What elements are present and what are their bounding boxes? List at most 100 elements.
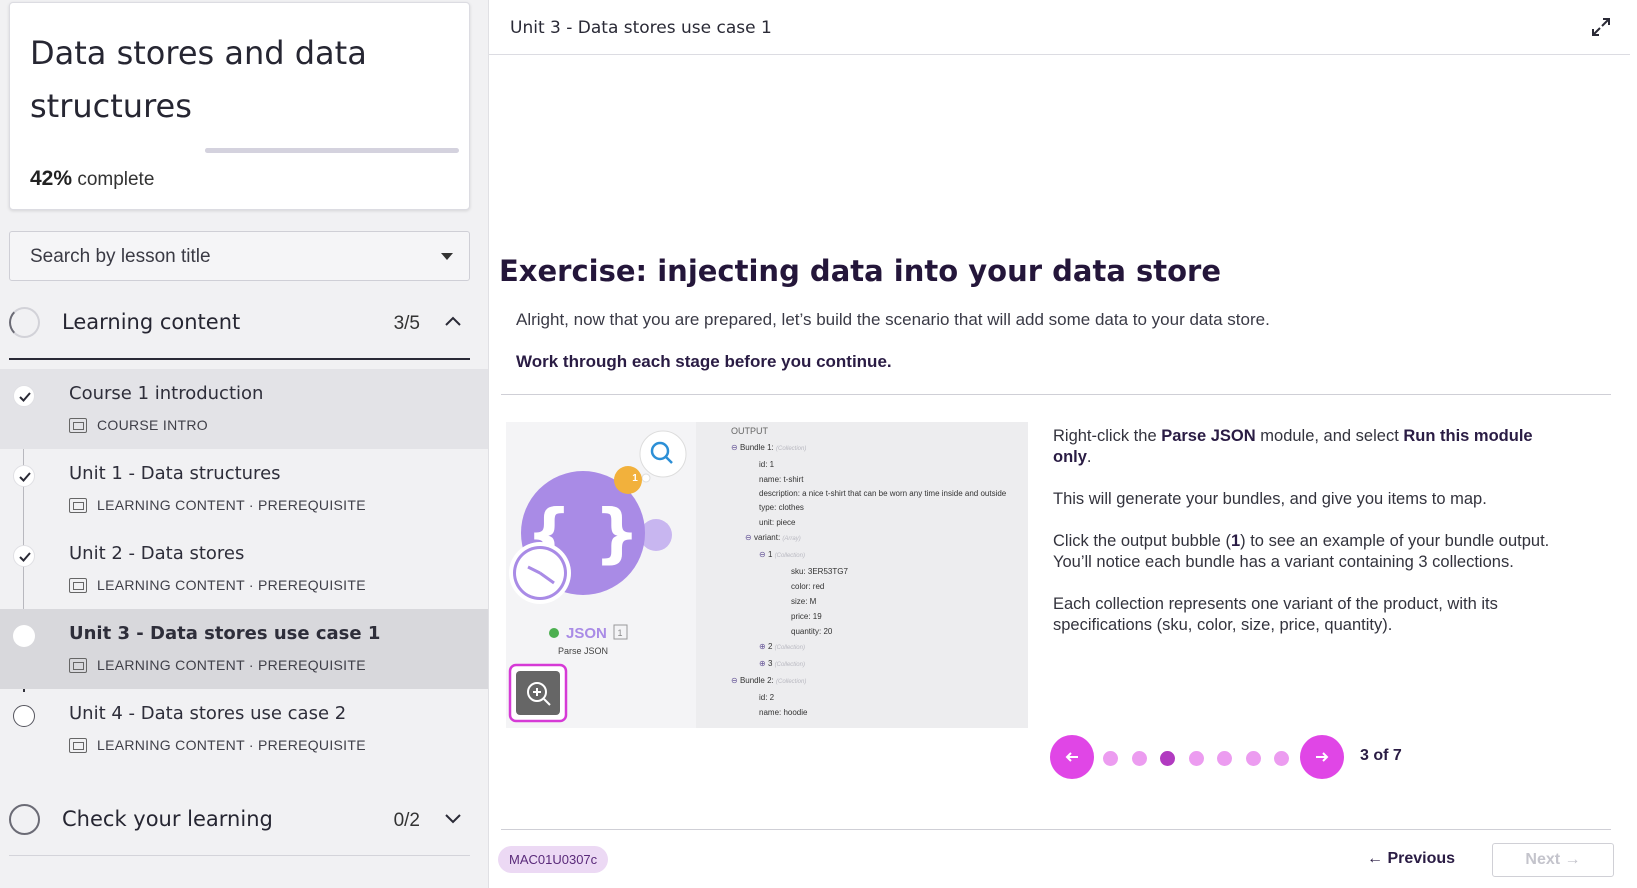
header-title: Unit 3 - Data stores use case 1 xyxy=(510,18,772,38)
lesson-content: Unit 3 - Data stores use case 1 Exercise… xyxy=(488,0,1637,888)
tree-row: size: M xyxy=(791,597,817,606)
carousel-dot[interactable] xyxy=(1217,751,1232,766)
section-count: 0/2 xyxy=(393,810,420,831)
tree-row: price: 19 xyxy=(791,612,822,621)
tree-row: sku: 3ER53TG7 xyxy=(791,567,848,576)
lesson-title: Unit 2 - Data stores xyxy=(69,543,245,564)
caption-paragraph: Each collection represents one variant o… xyxy=(1053,595,1498,634)
tree-row: color: red xyxy=(791,582,825,591)
section-progress-ring-icon xyxy=(9,804,40,835)
footer-divider xyxy=(501,829,1611,830)
lesson-item[interactable]: Unit 1 - Data structures LEARNING CONTEN… xyxy=(0,449,488,529)
tree-row: name: t-shirt xyxy=(759,475,804,484)
search-placeholder: Search by lesson title xyxy=(30,246,211,267)
carousel-prev-button[interactable] xyxy=(1050,735,1094,779)
lesson-title: Unit 3 - Data stores use case 1 xyxy=(69,623,381,644)
check-icon xyxy=(13,385,35,407)
content-header: Unit 3 - Data stores use case 1 xyxy=(489,0,1630,55)
caption-paragraph: Click the output bubble (1) to see an ex… xyxy=(1053,532,1550,571)
carousel-dot[interactable] xyxy=(1131,751,1147,766)
carousel-page-indicator: 3 of 7 xyxy=(1360,747,1402,764)
carousel-dot[interactable] xyxy=(1188,751,1204,766)
caption-paragraph: Right-click the Parse JSON module, and s… xyxy=(1053,427,1533,466)
lesson-meta-text: LEARNING CONTENT · PREREQUISITE xyxy=(97,657,366,673)
tree-row: ⊕ 2 (Collection) xyxy=(759,642,805,651)
carousel-dot[interactable] xyxy=(1103,751,1118,766)
media-icon xyxy=(69,498,87,513)
check-icon xyxy=(13,465,35,487)
tree-row: quantity: 20 xyxy=(791,627,833,636)
svg-text:Parse JSON: Parse JSON xyxy=(558,646,608,656)
search-dropdown[interactable]: Search by lesson title xyxy=(9,231,470,281)
carousel-dot[interactable] xyxy=(1160,751,1175,766)
previous-button[interactable]: ← Previous xyxy=(1367,850,1455,868)
caption-paragraph: This will generate your bundles, and giv… xyxy=(1053,490,1487,508)
progress-suffix: complete xyxy=(77,169,155,190)
carousel-next-button[interactable] xyxy=(1300,735,1344,779)
chevron-down-icon[interactable] xyxy=(444,811,462,825)
divider xyxy=(501,394,1611,395)
intro-text: Alright, now that you are prepared, let’… xyxy=(516,310,1270,329)
page-title: Exercise: injecting data into your data … xyxy=(499,254,1221,288)
output-tree: ⊖ Bundle 1: (Collection) id: 1 name: t-s… xyxy=(731,440,1028,720)
lesson-item[interactable]: Unit 2 - Data stores LEARNING CONTENT · … xyxy=(0,529,488,609)
media-icon xyxy=(69,738,87,753)
tree-row: ⊖ Bundle 1: (Collection) xyxy=(731,443,807,452)
sidebar: Data stores and data structures 42% comp… xyxy=(0,0,488,888)
section-divider xyxy=(9,855,470,856)
course-title: Data stores and data structures xyxy=(30,34,367,125)
progress-value: 42% xyxy=(30,167,73,190)
media-icon xyxy=(69,658,87,673)
instruction-text: Work through each stage before you conti… xyxy=(516,352,892,371)
progress-text: 42% complete xyxy=(30,167,154,191)
chevron-up-icon[interactable] xyxy=(444,314,462,328)
lesson-meta-text: COURSE INTRO xyxy=(97,417,208,433)
lesson-item-current[interactable]: Unit 3 - Data stores use case 1 LEARNING… xyxy=(0,609,488,689)
svg-text:JSON: JSON xyxy=(566,625,607,642)
tree-row: type: clothes xyxy=(759,503,804,512)
current-lesson-dot-icon xyxy=(13,625,35,647)
section-title: Check your learning xyxy=(62,807,273,831)
section-check-your-learning[interactable]: Check your learning 0/2 xyxy=(9,789,470,849)
incomplete-circle-icon xyxy=(13,705,35,727)
section-divider xyxy=(9,358,470,360)
section-learning-content[interactable]: Learning content 3/5 xyxy=(9,292,470,352)
arrow-right-icon xyxy=(1316,752,1329,762)
carousel-dot[interactable] xyxy=(1274,751,1289,766)
lesson-meta: LEARNING CONTENT · PREREQUISITE xyxy=(69,577,366,593)
next-button[interactable]: Next → xyxy=(1492,843,1614,877)
output-label: OUTPUT xyxy=(731,426,768,436)
progress-bar xyxy=(205,148,459,153)
svg-text:1: 1 xyxy=(617,628,622,638)
lesson-meta: LEARNING CONTENT · PREREQUISITE xyxy=(69,657,366,673)
lesson-meta: LEARNING CONTENT · PREREQUISITE xyxy=(69,497,366,513)
media-icon xyxy=(69,578,87,593)
slide-carousel: 3 of 7 xyxy=(1050,735,1450,780)
lesson-item[interactable]: Course 1 introduction COURSE INTRO xyxy=(0,369,488,449)
document-icon xyxy=(69,418,87,433)
lesson-code-badge: MAC01U0307c xyxy=(498,846,609,873)
course-progress-card: Data stores and data structures 42% comp… xyxy=(9,2,470,210)
lesson-meta-text: LEARNING CONTENT · PREREQUISITE xyxy=(97,577,366,593)
tree-row: name: hoodie xyxy=(759,708,808,717)
tree-row: description: a nice t-shirt that can be … xyxy=(759,489,1007,498)
output-bubble-count: 1 xyxy=(632,473,638,484)
tree-row: unit: piece xyxy=(759,518,796,527)
next-label: Next xyxy=(1525,851,1561,868)
lesson-item[interactable]: Unit 4 - Data stores use case 2 LEARNING… xyxy=(0,689,488,769)
tree-row: ⊖ 1 (Collection) xyxy=(759,550,805,559)
carousel-dot[interactable] xyxy=(1245,751,1261,766)
section-count: 3/5 xyxy=(393,313,420,334)
tree-row: id: 1 xyxy=(759,460,775,469)
expand-icon[interactable] xyxy=(1590,16,1612,38)
lesson-meta-text: LEARNING CONTENT · PREREQUISITE xyxy=(97,497,366,513)
lesson-title: Course 1 introduction xyxy=(69,383,264,404)
exercise-screenshot: { } JSON 1 Parse JSON 1 OUTPUT ⊖ Bundle … xyxy=(506,422,1028,728)
lesson-meta: LEARNING CONTENT · PREREQUISITE xyxy=(69,737,366,753)
section-progress-ring-icon xyxy=(9,307,40,338)
tree-row: id: 2 xyxy=(759,693,775,702)
tree-row: ⊕ 3 (Collection) xyxy=(759,659,805,668)
progress-fill xyxy=(205,148,312,153)
previous-label: Previous xyxy=(1387,850,1456,867)
tree-row: ⊖ variant: (Array) xyxy=(745,533,801,542)
